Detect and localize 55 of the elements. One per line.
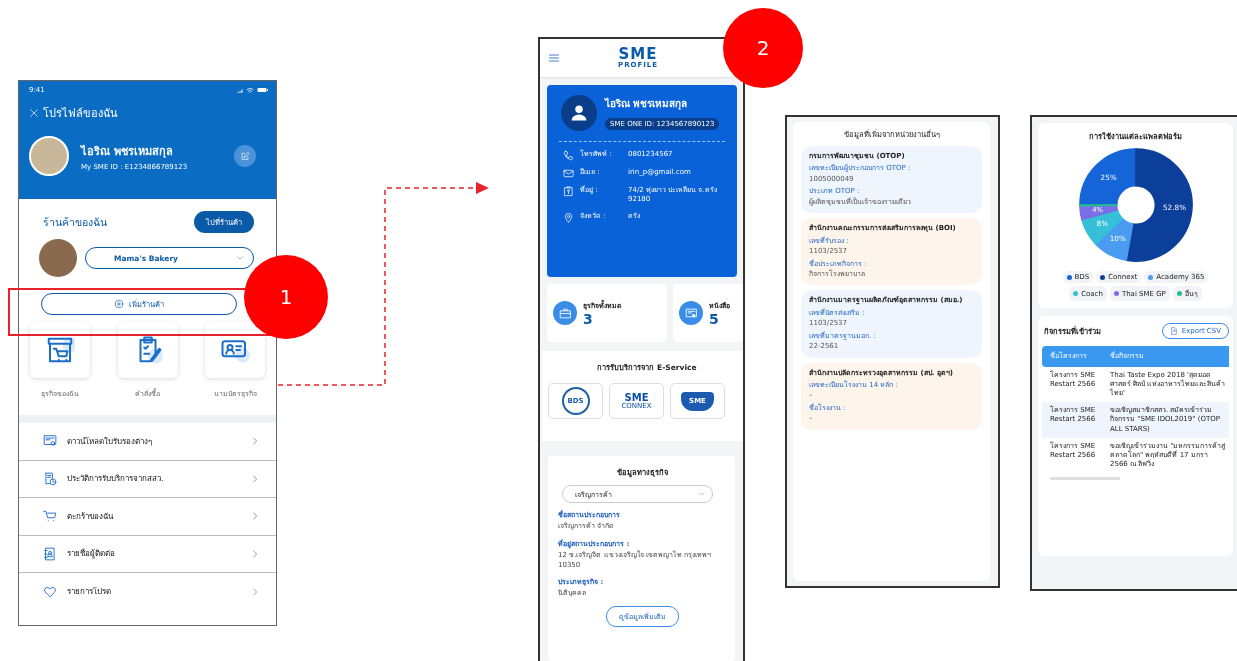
certificate-icon bbox=[684, 306, 698, 320]
menu-item[interactable]: ตะกร้าของฉัน bbox=[19, 498, 276, 536]
menu-item[interactable]: ประวัติการรับบริการจากสสว. bbox=[19, 460, 276, 498]
step-number: 1 bbox=[244, 255, 328, 339]
user-silhouette-icon bbox=[570, 104, 588, 122]
location-pin-icon bbox=[563, 211, 574, 223]
shop-photo bbox=[39, 239, 77, 277]
menu-label: รายการโปรด bbox=[67, 586, 112, 599]
menu-label: รายชื่อผู้ติดต่อ bbox=[67, 547, 116, 561]
stat-value: 3 bbox=[583, 310, 594, 327]
menu-item[interactable]: รายการโปรด bbox=[19, 573, 276, 611]
contact-book-icon bbox=[43, 546, 57, 561]
chevron-right-icon bbox=[250, 548, 260, 559]
chevron-down-icon bbox=[235, 253, 245, 263]
chevron-right-icon bbox=[250, 473, 260, 484]
avatar-photo bbox=[29, 136, 69, 176]
signal-icon bbox=[236, 87, 243, 93]
chevron-right-icon bbox=[250, 586, 260, 597]
id-badge-icon bbox=[563, 186, 574, 197]
chevron-right-icon bbox=[250, 511, 260, 522]
shortcut-tile[interactable] bbox=[205, 322, 265, 378]
section-title: ร้านค้าของฉัน bbox=[43, 214, 107, 230]
scrollbar[interactable] bbox=[1050, 476, 1120, 480]
chevron-right-icon bbox=[250, 436, 260, 447]
menu-item[interactable]: รายชื่อผู้ติดต่อ bbox=[19, 535, 276, 573]
menu-label: ดาวน์โหลดใบรับรองต่างๆ bbox=[67, 435, 153, 448]
phone-icon bbox=[563, 150, 574, 161]
logo-text: SME bbox=[618, 47, 658, 62]
edit-icon bbox=[240, 150, 250, 162]
user-name: ไอริณ พชรเหมสกุล bbox=[605, 96, 689, 111]
mail-icon bbox=[563, 168, 574, 179]
shortcut-tile[interactable] bbox=[30, 322, 90, 378]
close-icon bbox=[29, 108, 39, 118]
chevron-down-icon bbox=[698, 490, 706, 498]
menu-label: ประวัติการรับบริการจากสสว. bbox=[67, 473, 165, 486]
screen-title: โปรไฟล์ของฉัน bbox=[43, 106, 118, 122]
user-name: ไอริณ พชรเหมสกุล bbox=[81, 143, 174, 160]
export-icon bbox=[1169, 327, 1178, 335]
heart-icon bbox=[43, 584, 57, 599]
edit-button[interactable] bbox=[234, 145, 256, 167]
stat-value: 5 bbox=[709, 310, 720, 327]
menu-label: ตะกร้าของฉัน bbox=[67, 510, 115, 523]
logo-text: SME bbox=[624, 392, 649, 403]
cart-icon bbox=[43, 509, 57, 524]
wifi-icon bbox=[245, 87, 254, 93]
shortcut-tile[interactable] bbox=[117, 322, 178, 378]
battery-icon bbox=[256, 87, 268, 93]
menu-icon bbox=[548, 52, 560, 64]
plus-icon bbox=[114, 299, 124, 309]
store-cart-icon bbox=[45, 335, 75, 365]
certificate-icon bbox=[43, 434, 57, 449]
briefcase-icon bbox=[558, 306, 572, 320]
menu-item[interactable]: ดาวน์โหลดใบรับรองต่างๆ bbox=[19, 423, 276, 461]
document-clock-icon bbox=[43, 471, 57, 486]
step-number: 2 bbox=[723, 8, 803, 88]
